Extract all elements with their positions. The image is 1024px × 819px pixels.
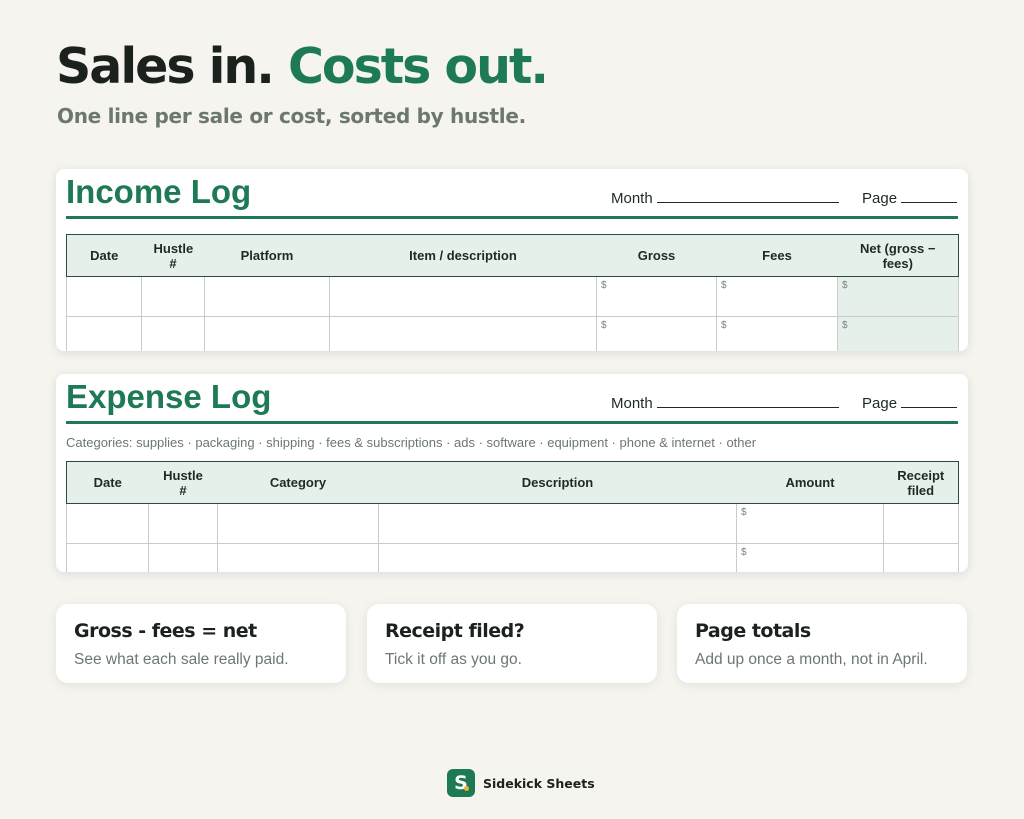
income-col-item: Item / description bbox=[329, 234, 597, 277]
income-page-label: Page bbox=[862, 190, 898, 207]
income-col-hustle: Hustle # bbox=[141, 234, 205, 277]
income-col-fees: Fees bbox=[716, 234, 838, 277]
tip-text: Add up once a month, not in April. bbox=[695, 651, 928, 668]
expense-table: Date Hustle # Category Description Amoun… bbox=[66, 461, 959, 572]
table-row: $ $ $ bbox=[66, 316, 959, 351]
expense-cell-category[interactable] bbox=[217, 543, 379, 572]
expense-cell-category[interactable] bbox=[217, 503, 379, 544]
expense-page-blank[interactable] bbox=[901, 394, 958, 408]
currency-symbol: $ bbox=[741, 547, 747, 558]
income-log-title: Income Log bbox=[66, 173, 252, 210]
income-cell-fees[interactable]: $ bbox=[716, 316, 838, 351]
income-cell-gross[interactable]: $ bbox=[596, 276, 717, 317]
income-page-field[interactable]: Page bbox=[862, 189, 958, 207]
currency-symbol: $ bbox=[741, 507, 747, 518]
currency-symbol: $ bbox=[601, 320, 607, 331]
income-col-gross: Gross bbox=[596, 234, 717, 277]
income-cell-date[interactable] bbox=[66, 276, 142, 317]
currency-symbol: $ bbox=[842, 320, 848, 331]
currency-symbol: $ bbox=[601, 280, 607, 291]
income-col-platform: Platform bbox=[204, 234, 330, 277]
currency-symbol: $ bbox=[721, 280, 727, 291]
tip-text: See what each sale really paid. bbox=[74, 651, 289, 668]
expense-col-date: Date bbox=[66, 461, 149, 504]
expense-cell-hustle[interactable] bbox=[148, 503, 218, 544]
expense-col-receipt: Receipt filed bbox=[883, 461, 959, 504]
expense-cell-description[interactable] bbox=[378, 503, 737, 544]
expense-col-category: Category bbox=[217, 461, 379, 504]
expense-cell-description[interactable] bbox=[378, 543, 737, 572]
page-subtitle: One line per sale or cost, sorted by hus… bbox=[57, 104, 526, 128]
tip-title: Page totals bbox=[695, 620, 811, 642]
income-month-blank[interactable] bbox=[656, 189, 839, 203]
expense-log-title: Expense Log bbox=[66, 378, 272, 415]
brand-name: Sidekick Sheets bbox=[483, 775, 595, 791]
tip-text: Tick it off as you go. bbox=[385, 651, 522, 668]
page-headline: Sales in. Costs out. bbox=[56, 38, 549, 95]
expense-month-field[interactable]: Month bbox=[611, 394, 839, 412]
income-month-field[interactable]: Month bbox=[611, 189, 839, 207]
expense-cell-receipt[interactable] bbox=[883, 543, 959, 572]
expense-cell-receipt[interactable] bbox=[883, 503, 959, 544]
expense-month-label: Month bbox=[611, 395, 653, 412]
income-cell-net[interactable]: $ bbox=[837, 276, 959, 317]
headline-part1: Sales in. bbox=[56, 38, 275, 95]
income-cell-net[interactable]: $ bbox=[837, 316, 959, 351]
brand-footer: S Sidekick Sheets bbox=[447, 769, 595, 797]
income-cell-platform[interactable] bbox=[204, 316, 330, 351]
expense-col-hustle: Hustle # bbox=[148, 461, 218, 504]
brand-logo-icon: S bbox=[447, 769, 475, 797]
table-row: $ bbox=[66, 503, 959, 544]
currency-symbol: $ bbox=[842, 280, 848, 291]
income-title-rule bbox=[66, 216, 958, 219]
brand-logo-dot bbox=[464, 786, 469, 791]
expense-log-card: Expense Log Month Page Categories: suppl… bbox=[56, 374, 968, 572]
expense-cell-amount[interactable]: $ bbox=[736, 543, 884, 572]
headline-part2: Costs out. bbox=[287, 38, 549, 95]
tip-card-receipt: Receipt filed? Tick it off as you go. bbox=[367, 604, 657, 683]
income-col-net: Net (gross − fees) bbox=[837, 234, 959, 277]
income-page-blank[interactable] bbox=[901, 189, 958, 203]
expense-categories-line: Categories: supplies · packaging · shipp… bbox=[66, 435, 757, 450]
income-table: Date Hustle # Platform Item / descriptio… bbox=[66, 234, 959, 351]
expense-cell-date[interactable] bbox=[66, 543, 149, 572]
income-cell-hustle[interactable] bbox=[141, 316, 205, 351]
expense-col-amount: Amount bbox=[736, 461, 884, 504]
income-cell-gross[interactable]: $ bbox=[596, 316, 717, 351]
expense-col-description: Description bbox=[378, 461, 737, 504]
income-header-row: Date Hustle # Platform Item / descriptio… bbox=[66, 234, 959, 277]
tip-title: Receipt filed? bbox=[385, 620, 525, 642]
expense-month-blank[interactable] bbox=[656, 394, 839, 408]
income-cell-item[interactable] bbox=[329, 316, 597, 351]
expense-title-rule bbox=[66, 421, 958, 424]
income-cell-item[interactable] bbox=[329, 276, 597, 317]
expense-cell-amount[interactable]: $ bbox=[736, 503, 884, 544]
expense-header-row: Date Hustle # Category Description Amoun… bbox=[66, 461, 959, 504]
expense-cell-hustle[interactable] bbox=[148, 543, 218, 572]
income-col-date: Date bbox=[66, 234, 142, 277]
tip-card-net: Gross - fees = net See what each sale re… bbox=[56, 604, 346, 683]
expense-cell-date[interactable] bbox=[66, 503, 149, 544]
tip-card-totals: Page totals Add up once a month, not in … bbox=[677, 604, 967, 683]
income-cell-platform[interactable] bbox=[204, 276, 330, 317]
income-cell-hustle[interactable] bbox=[141, 276, 205, 317]
income-log-card: Income Log Month Page Date Hustle # Plat… bbox=[56, 169, 968, 351]
table-row: $ bbox=[66, 543, 959, 572]
tip-title: Gross - fees = net bbox=[74, 620, 257, 642]
expense-page-field[interactable]: Page bbox=[862, 394, 958, 412]
income-month-label: Month bbox=[611, 190, 653, 207]
expense-page-label: Page bbox=[862, 395, 898, 412]
income-cell-fees[interactable]: $ bbox=[716, 276, 838, 317]
income-cell-date[interactable] bbox=[66, 316, 142, 351]
currency-symbol: $ bbox=[721, 320, 727, 331]
table-row: $ $ $ bbox=[66, 276, 959, 317]
